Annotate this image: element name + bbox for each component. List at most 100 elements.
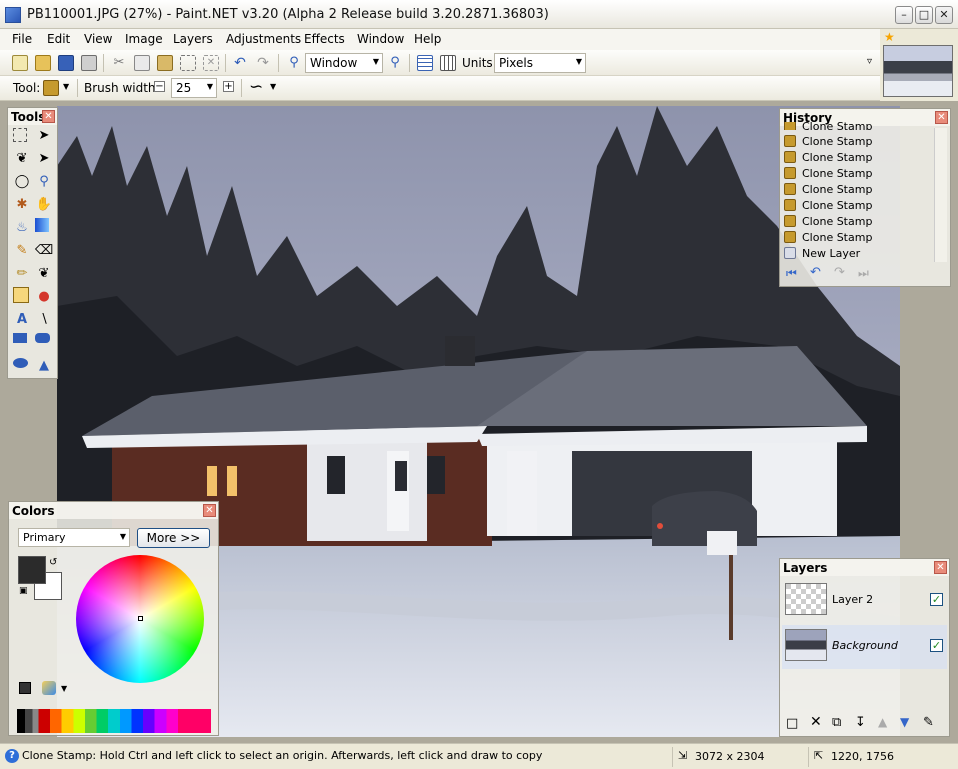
- menu-image[interactable]: Image: [125, 32, 163, 46]
- menu-file[interactable]: File: [12, 32, 32, 46]
- redo-icon[interactable]: ↷: [255, 55, 271, 71]
- recolor-icon[interactable]: ●: [35, 287, 53, 305]
- units-select[interactable]: Pixels ▼: [494, 53, 586, 73]
- history-item[interactable]: Clone Stamp: [784, 149, 872, 165]
- move-layer-up-icon[interactable]: ▲: [878, 715, 887, 729]
- copy-icon[interactable]: [134, 55, 150, 71]
- add-new-layer-icon[interactable]: □: [786, 716, 798, 731]
- save-icon[interactable]: [58, 55, 74, 71]
- primary-color-swatch[interactable]: [18, 556, 46, 584]
- close-history-panel-icon[interactable]: ✕: [935, 111, 948, 124]
- history-item[interactable]: Clone Stamp: [784, 133, 872, 149]
- pencil-icon[interactable]: ✏: [13, 264, 31, 282]
- increase-brush-width-button[interactable]: +: [223, 81, 234, 92]
- history-item[interactable]: Clone Stamp: [784, 181, 872, 197]
- eraser-icon[interactable]: ⌫: [35, 241, 53, 259]
- menu-effects[interactable]: Effects: [304, 32, 345, 46]
- clone-stamp-icon[interactable]: [13, 287, 29, 303]
- undo-icon[interactable]: ↶: [232, 55, 248, 71]
- zoom-out-icon[interactable]: ⚲: [286, 55, 302, 71]
- color-wheel-selector[interactable]: [138, 616, 143, 621]
- open-folder-icon[interactable]: [35, 55, 51, 71]
- chevron-down-icon[interactable]: ▼: [270, 82, 276, 91]
- image-thumbnail-tab[interactable]: [883, 45, 953, 97]
- gradient-icon[interactable]: [35, 218, 49, 232]
- zoom-select[interactable]: Window ▼: [305, 53, 383, 73]
- close-tools-panel-icon[interactable]: ✕: [42, 110, 55, 123]
- history-undo-icon[interactable]: ↶: [810, 265, 821, 280]
- rectangle-shape-icon[interactable]: [13, 333, 27, 343]
- history-item[interactable]: Clone Stamp: [784, 165, 872, 181]
- color-palette-strip[interactable]: [17, 709, 211, 733]
- clone-stamp-icon[interactable]: [43, 80, 59, 96]
- rewind-to-start-icon[interactable]: ⏮: [786, 266, 797, 281]
- menu-adjustments[interactable]: Adjustments: [226, 32, 301, 46]
- chevron-down-icon[interactable]: ▼: [61, 684, 67, 693]
- close-colors-panel-icon[interactable]: ✕: [203, 504, 216, 517]
- menu-view[interactable]: View: [84, 32, 112, 46]
- layer-visibility-checkbox[interactable]: ✓: [930, 593, 943, 606]
- move-selection-icon[interactable]: ➤: [35, 149, 53, 167]
- new-file-icon[interactable]: [12, 55, 28, 71]
- print-icon[interactable]: [81, 55, 97, 71]
- decrease-brush-width-button[interactable]: −: [154, 81, 165, 92]
- layer-properties-icon[interactable]: ✎: [923, 715, 934, 730]
- zoom-tool-icon[interactable]: ⚲: [35, 172, 53, 190]
- move-selected-pixels-icon[interactable]: ➤: [35, 126, 53, 144]
- grid-icon[interactable]: [417, 55, 433, 71]
- menu-edit[interactable]: Edit: [47, 32, 70, 46]
- ellipse-select-icon[interactable]: ◯: [13, 172, 31, 190]
- history-item[interactable]: Clone Stamp: [784, 213, 872, 229]
- crop-to-selection-icon[interactable]: [180, 55, 196, 71]
- freeform-shape-icon[interactable]: ▲: [35, 356, 53, 374]
- color-picker-icon[interactable]: ❦: [35, 264, 53, 282]
- rulers-icon[interactable]: [440, 55, 456, 71]
- maximize-button[interactable]: □: [915, 6, 933, 24]
- antialiasing-icon[interactable]: ∽: [249, 77, 263, 97]
- color-mode-select[interactable]: Primary ▼: [18, 528, 130, 547]
- layer-row[interactable]: Layer 2 ✓: [782, 579, 947, 623]
- paintbrush-icon[interactable]: ✎: [13, 241, 31, 259]
- magic-wand-icon[interactable]: ✱: [13, 195, 31, 213]
- rounded-rectangle-icon[interactable]: [35, 333, 50, 343]
- ellipse-shape-icon[interactable]: [13, 358, 28, 368]
- fast-forward-to-end-icon[interactable]: ⏭: [858, 266, 869, 281]
- layer-visibility-checkbox[interactable]: ✓: [930, 639, 943, 652]
- delete-layer-icon[interactable]: ✕: [810, 714, 822, 730]
- tab-list-dropdown-icon[interactable]: ▿: [867, 56, 872, 67]
- cursor-position-readout: ⇱ 1220, 1756: [808, 747, 958, 767]
- lasso-select-icon[interactable]: ❦: [13, 149, 31, 167]
- palette-swatch-icon[interactable]: [19, 682, 31, 694]
- history-redo-icon[interactable]: ↷: [834, 265, 845, 280]
- layer-row-selected[interactable]: Background ✓: [782, 625, 947, 669]
- text-tool-icon[interactable]: A: [13, 310, 31, 328]
- close-button[interactable]: ✕: [935, 6, 953, 24]
- menu-window[interactable]: Window: [357, 32, 404, 46]
- swap-colors-icon[interactable]: ↺: [49, 557, 57, 568]
- more-colors-button[interactable]: More >>: [137, 528, 210, 548]
- menu-help[interactable]: Help: [414, 32, 441, 46]
- history-item-current[interactable]: New Layer: [784, 245, 860, 261]
- history-scrollbar[interactable]: [934, 128, 947, 262]
- cut-icon[interactable]: ✂: [111, 55, 127, 71]
- zoom-in-icon[interactable]: ⚲: [387, 55, 403, 71]
- deselect-icon[interactable]: ✕: [203, 55, 219, 71]
- history-item[interactable]: Clone Stamp: [784, 229, 872, 245]
- reset-colors-icon[interactable]: ▣: [19, 586, 28, 596]
- move-layer-down-icon[interactable]: ▼: [900, 715, 909, 729]
- palette-menu-icon[interactable]: [42, 681, 56, 695]
- history-item[interactable]: Clone Stamp: [784, 122, 872, 130]
- pan-hand-icon[interactable]: ✋: [35, 195, 53, 213]
- duplicate-layer-icon[interactable]: ⧉: [832, 715, 841, 730]
- menu-layers[interactable]: Layers: [173, 32, 213, 46]
- paint-bucket-icon[interactable]: ♨: [13, 218, 31, 236]
- merge-layer-down-icon[interactable]: ↧: [855, 715, 866, 730]
- line-curve-icon[interactable]: ∖: [35, 310, 53, 328]
- minimize-button[interactable]: –: [895, 6, 913, 24]
- rectangle-select-icon[interactable]: [13, 128, 27, 142]
- brush-width-select[interactable]: 25 ▼: [171, 78, 217, 98]
- chevron-down-icon[interactable]: ▼: [63, 82, 69, 91]
- history-item[interactable]: Clone Stamp: [784, 197, 872, 213]
- paste-icon[interactable]: [157, 55, 173, 71]
- close-layers-panel-icon[interactable]: ✕: [934, 561, 947, 574]
